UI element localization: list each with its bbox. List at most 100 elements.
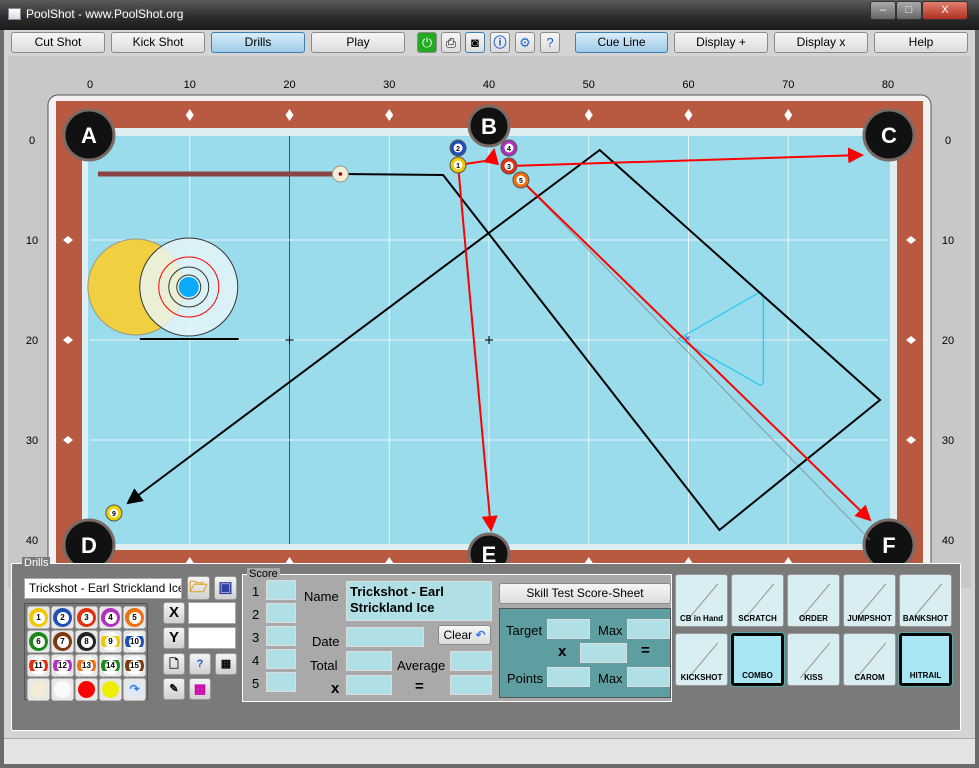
ball-button-5[interactable]: 5 — [123, 606, 146, 629]
shot-type-scratch[interactable]: SCRATCH — [731, 574, 784, 627]
redo-icon[interactable]: ↷ — [123, 678, 146, 701]
ball-button-10[interactable]: 10 — [123, 630, 146, 653]
gear-icon[interactable]: ⚙ — [515, 32, 535, 53]
maximize-button[interactable]: □ — [896, 1, 922, 20]
score-row-5-field[interactable] — [266, 672, 296, 692]
ball-button-15[interactable]: 15 — [123, 654, 146, 677]
max-label-2: Max — [598, 671, 623, 686]
ball-button-6[interactable]: 6 — [27, 630, 50, 653]
ball-button-9[interactable]: 9 — [99, 630, 122, 653]
factor-field[interactable] — [580, 643, 627, 663]
pool-table[interactable]: A B CD E F0 10 20 30 40 50 60 70 800 010 1020 2030 3040 4… — [8, 56, 971, 588]
shot-type-hitrail[interactable]: HITRAIL — [898, 632, 953, 687]
ball-icon: 1 — [29, 608, 48, 627]
display-plus-system-button[interactable]: Display + System — [674, 32, 768, 68]
x-input[interactable] — [188, 602, 236, 624]
display-x-system-button[interactable]: Display x System — [774, 32, 868, 68]
shot-type-bankshot[interactable]: BANKSHOT — [899, 574, 952, 627]
cue-ball-button[interactable] — [27, 678, 50, 701]
ball-button-2[interactable]: 2 — [51, 606, 74, 629]
ball-button-3[interactable]: 3 — [75, 606, 98, 629]
name-field[interactable]: Trickshot - Earl Strickland Ice — [346, 581, 492, 621]
document-help-icon[interactable]: ? — [189, 653, 211, 675]
skill-test-score-sheet-button[interactable]: Skill Test Score-Sheet — [499, 583, 671, 604]
ball-button-11[interactable]: 11 — [27, 654, 50, 677]
ball-number: 14 — [104, 659, 117, 672]
ball-number: 8 — [80, 635, 93, 648]
ball-button-1[interactable]: 1 — [27, 606, 50, 629]
ball-number: 4 — [507, 146, 511, 153]
shot-type-label: ORDER — [799, 614, 828, 623]
help-document-icon[interactable]: ? — [540, 32, 560, 53]
open-folder-icon[interactable]: 🗁 — [187, 576, 210, 600]
save-icon[interactable]: ▣ — [214, 576, 237, 600]
pocket-label: D — [81, 533, 97, 558]
power-icon[interactable]: ⏻ — [417, 32, 437, 53]
y-axis-tick-label-right: 30 — [942, 435, 954, 447]
ball-button-14[interactable]: 14 — [99, 654, 122, 677]
cut-shot-button[interactable]: Cut Shot — [11, 32, 105, 53]
drills-button[interactable]: Drills — [211, 32, 305, 53]
shot-type-label: SCRATCH — [738, 614, 777, 623]
score-row-1-field[interactable] — [266, 580, 296, 600]
score-row-2-field[interactable] — [266, 603, 296, 623]
ball-number: 10 — [128, 635, 141, 648]
score-panel: Score 1 2 3 4 5 Name Trickshot - Earl Strick… — [242, 568, 672, 702]
minimize-button[interactable]: – — [870, 1, 896, 20]
y-axis-tick-label-right: 10 — [942, 235, 954, 247]
ball-5: 5 — [512, 171, 530, 189]
new-document-icon[interactable]: 🗋 — [163, 653, 185, 675]
ball-button-7[interactable]: 7 — [51, 630, 74, 653]
info-icon[interactable]: ⓘ — [490, 32, 510, 53]
kick-shot-button[interactable]: Kick Shot — [111, 32, 205, 53]
shot-type-grid: CB in Hand SCRATCH ORDER JUMPSHOT BANKSHOT KI… — [675, 574, 957, 702]
ball-button-4[interactable]: 4 — [99, 606, 122, 629]
ball-button-13[interactable]: 13 — [75, 654, 98, 677]
score-row-3-field[interactable] — [266, 626, 296, 646]
edit-notes-icon[interactable]: ✎ — [163, 678, 185, 700]
play-button[interactable]: Play — [311, 32, 405, 53]
times-sign: x — [331, 680, 340, 697]
printer-icon[interactable]: ⎙ — [441, 32, 461, 53]
app-icon — [8, 8, 21, 20]
yellow-dot-button[interactable] — [99, 678, 122, 701]
y-input[interactable] — [188, 627, 236, 649]
shot-type-label: CB in Hand — [679, 614, 724, 623]
shot-type-jumpshot[interactable]: JUMPSHOT — [843, 574, 896, 627]
undo-icon: ↶ — [475, 628, 486, 642]
ball-selector: 1 2 3 4 5 6 7 8 9 10 11 12 13 14 15 ↷ — [24, 603, 148, 701]
shot-type-combo[interactable]: COMBO — [730, 632, 785, 687]
clear-button[interactable]: Clear ↶ — [438, 625, 491, 645]
table-list-icon[interactable]: ▦ — [215, 653, 237, 675]
score-row-number: 2 — [252, 607, 260, 622]
drill-name-input[interactable]: Trickshot - Earl Strickland Ice Ho — [24, 578, 182, 599]
target-field[interactable] — [547, 619, 590, 639]
score-title: Score — [247, 568, 280, 580]
max-field[interactable] — [627, 619, 670, 639]
close-button[interactable]: X — [922, 1, 968, 20]
shot-type-kiss[interactable]: KISS — [787, 633, 840, 686]
cue-line-button[interactable]: Cue Line — [575, 32, 668, 53]
shot-type-order[interactable]: ORDER — [787, 574, 840, 627]
shot-type-label: KISS — [804, 673, 823, 682]
camera-icon[interactable]: ◙ — [465, 32, 485, 53]
ball-button-8[interactable]: 8 — [75, 630, 98, 653]
date-field[interactable] — [346, 627, 424, 647]
ball-icon: 13 — [77, 656, 96, 675]
red-dot-button[interactable] — [75, 678, 98, 701]
ball-button-12[interactable]: 12 — [51, 654, 74, 677]
shot-type-kickshot[interactable]: KICKSHOT — [675, 633, 728, 686]
table-area[interactable]: A B C D E F 0 10 20 30 40 50 60 70 80 0 0 10 10 20 20 30 30 40 4… — [8, 56, 971, 588]
points-field[interactable] — [547, 667, 590, 687]
color-grid-icon[interactable]: ▩ — [189, 678, 211, 700]
help-button[interactable]: Help — [874, 32, 968, 53]
total-field[interactable] — [346, 651, 392, 671]
score-row-4-field[interactable] — [266, 649, 296, 669]
shot-type-cb-in-hand[interactable]: CB in Hand — [675, 574, 728, 627]
result-field[interactable] — [450, 675, 492, 695]
average-field[interactable] — [450, 651, 492, 671]
shot-type-carom[interactable]: CAROM — [843, 633, 896, 686]
multiplier-field[interactable] — [346, 675, 392, 695]
ghost-ball-button[interactable] — [51, 678, 74, 701]
points-max-field[interactable] — [627, 667, 670, 687]
